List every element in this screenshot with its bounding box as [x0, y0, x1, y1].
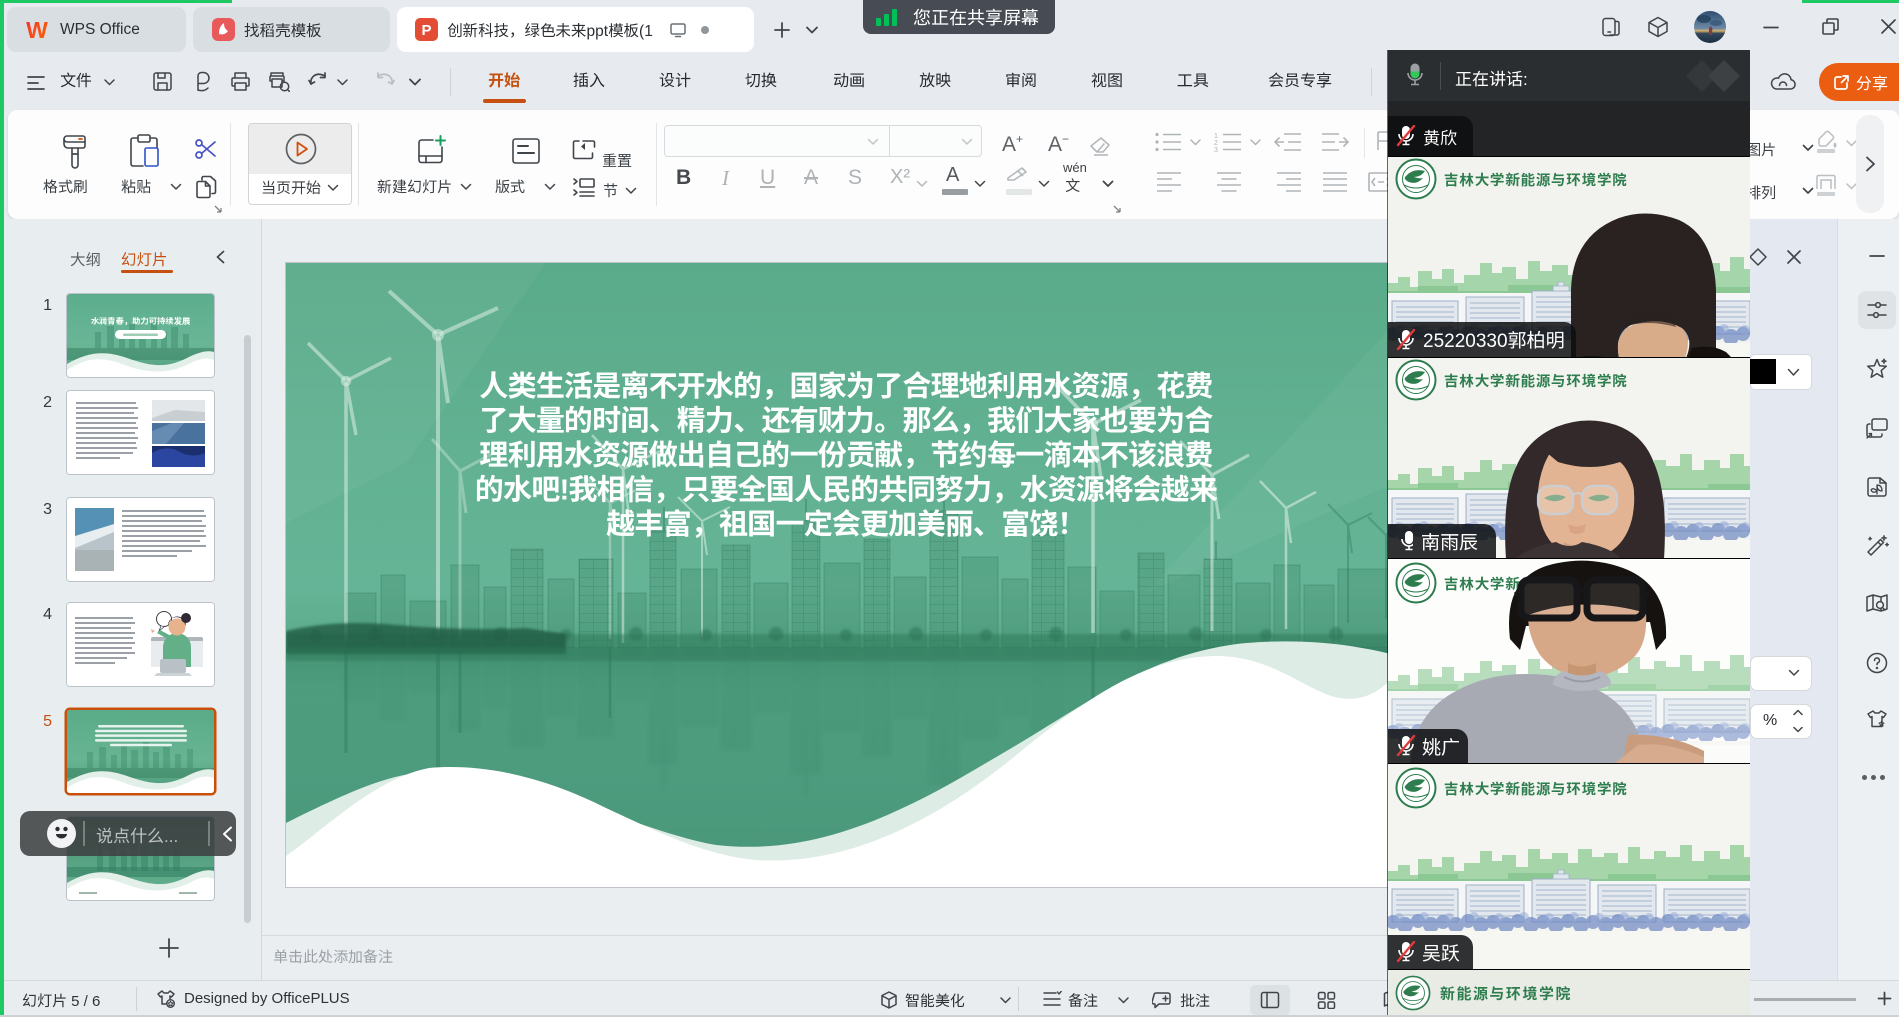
svg-text:人类生活是离不开水的，国家为了合理地利用水资源，花费: 人类生活是离不开水的，国家为了合理地利用水资源，花费	[479, 371, 1212, 403]
svg-text:吉林大学新能源与环境学院: 吉林大学新能源与环境学院	[1444, 169, 1628, 190]
svg-text:理利用水资源做出自己的一份贡献，节约每一滴本不该浪费: 理利用水资源做出自己的一份贡献，节约每一滴本不该浪费	[479, 439, 1212, 472]
svg-text:3: 3	[1214, 147, 1218, 153]
svg-text:2: 2	[1214, 140, 1218, 147]
svg-text:吉林大学新能源与环境学院: 吉林大学新能源与环境学院	[1444, 778, 1628, 799]
svg-text:了大量的时间、精力、还有财力。那么，我们大家也要为合: 了大量的时间、精力、还有财力。那么，我们大家也要为合	[479, 406, 1213, 438]
svg-text:水润青春，助力可持续发展: 水润青春，助力可持续发展	[91, 315, 191, 327]
svg-text:新能源与环境学院: 新能源与环境学院	[1440, 983, 1572, 1004]
svg-text:越丰富，祖国一定会更加美丽、富饶！: 越丰富，祖国一定会更加美丽、富饶！	[606, 508, 1085, 541]
svg-text:吉林大学新: 吉林大学新	[1444, 573, 1521, 594]
svg-text:1: 1	[1214, 133, 1218, 140]
svg-text:的水吧!我相信，只要全国人民的共同努力，水资源将会越来: 的水吧!我相信，只要全国人民的共同努力，水资源将会越来	[475, 474, 1218, 507]
svg-text:吉林大学新能源与环境学院: 吉林大学新能源与环境学院	[1444, 370, 1628, 391]
